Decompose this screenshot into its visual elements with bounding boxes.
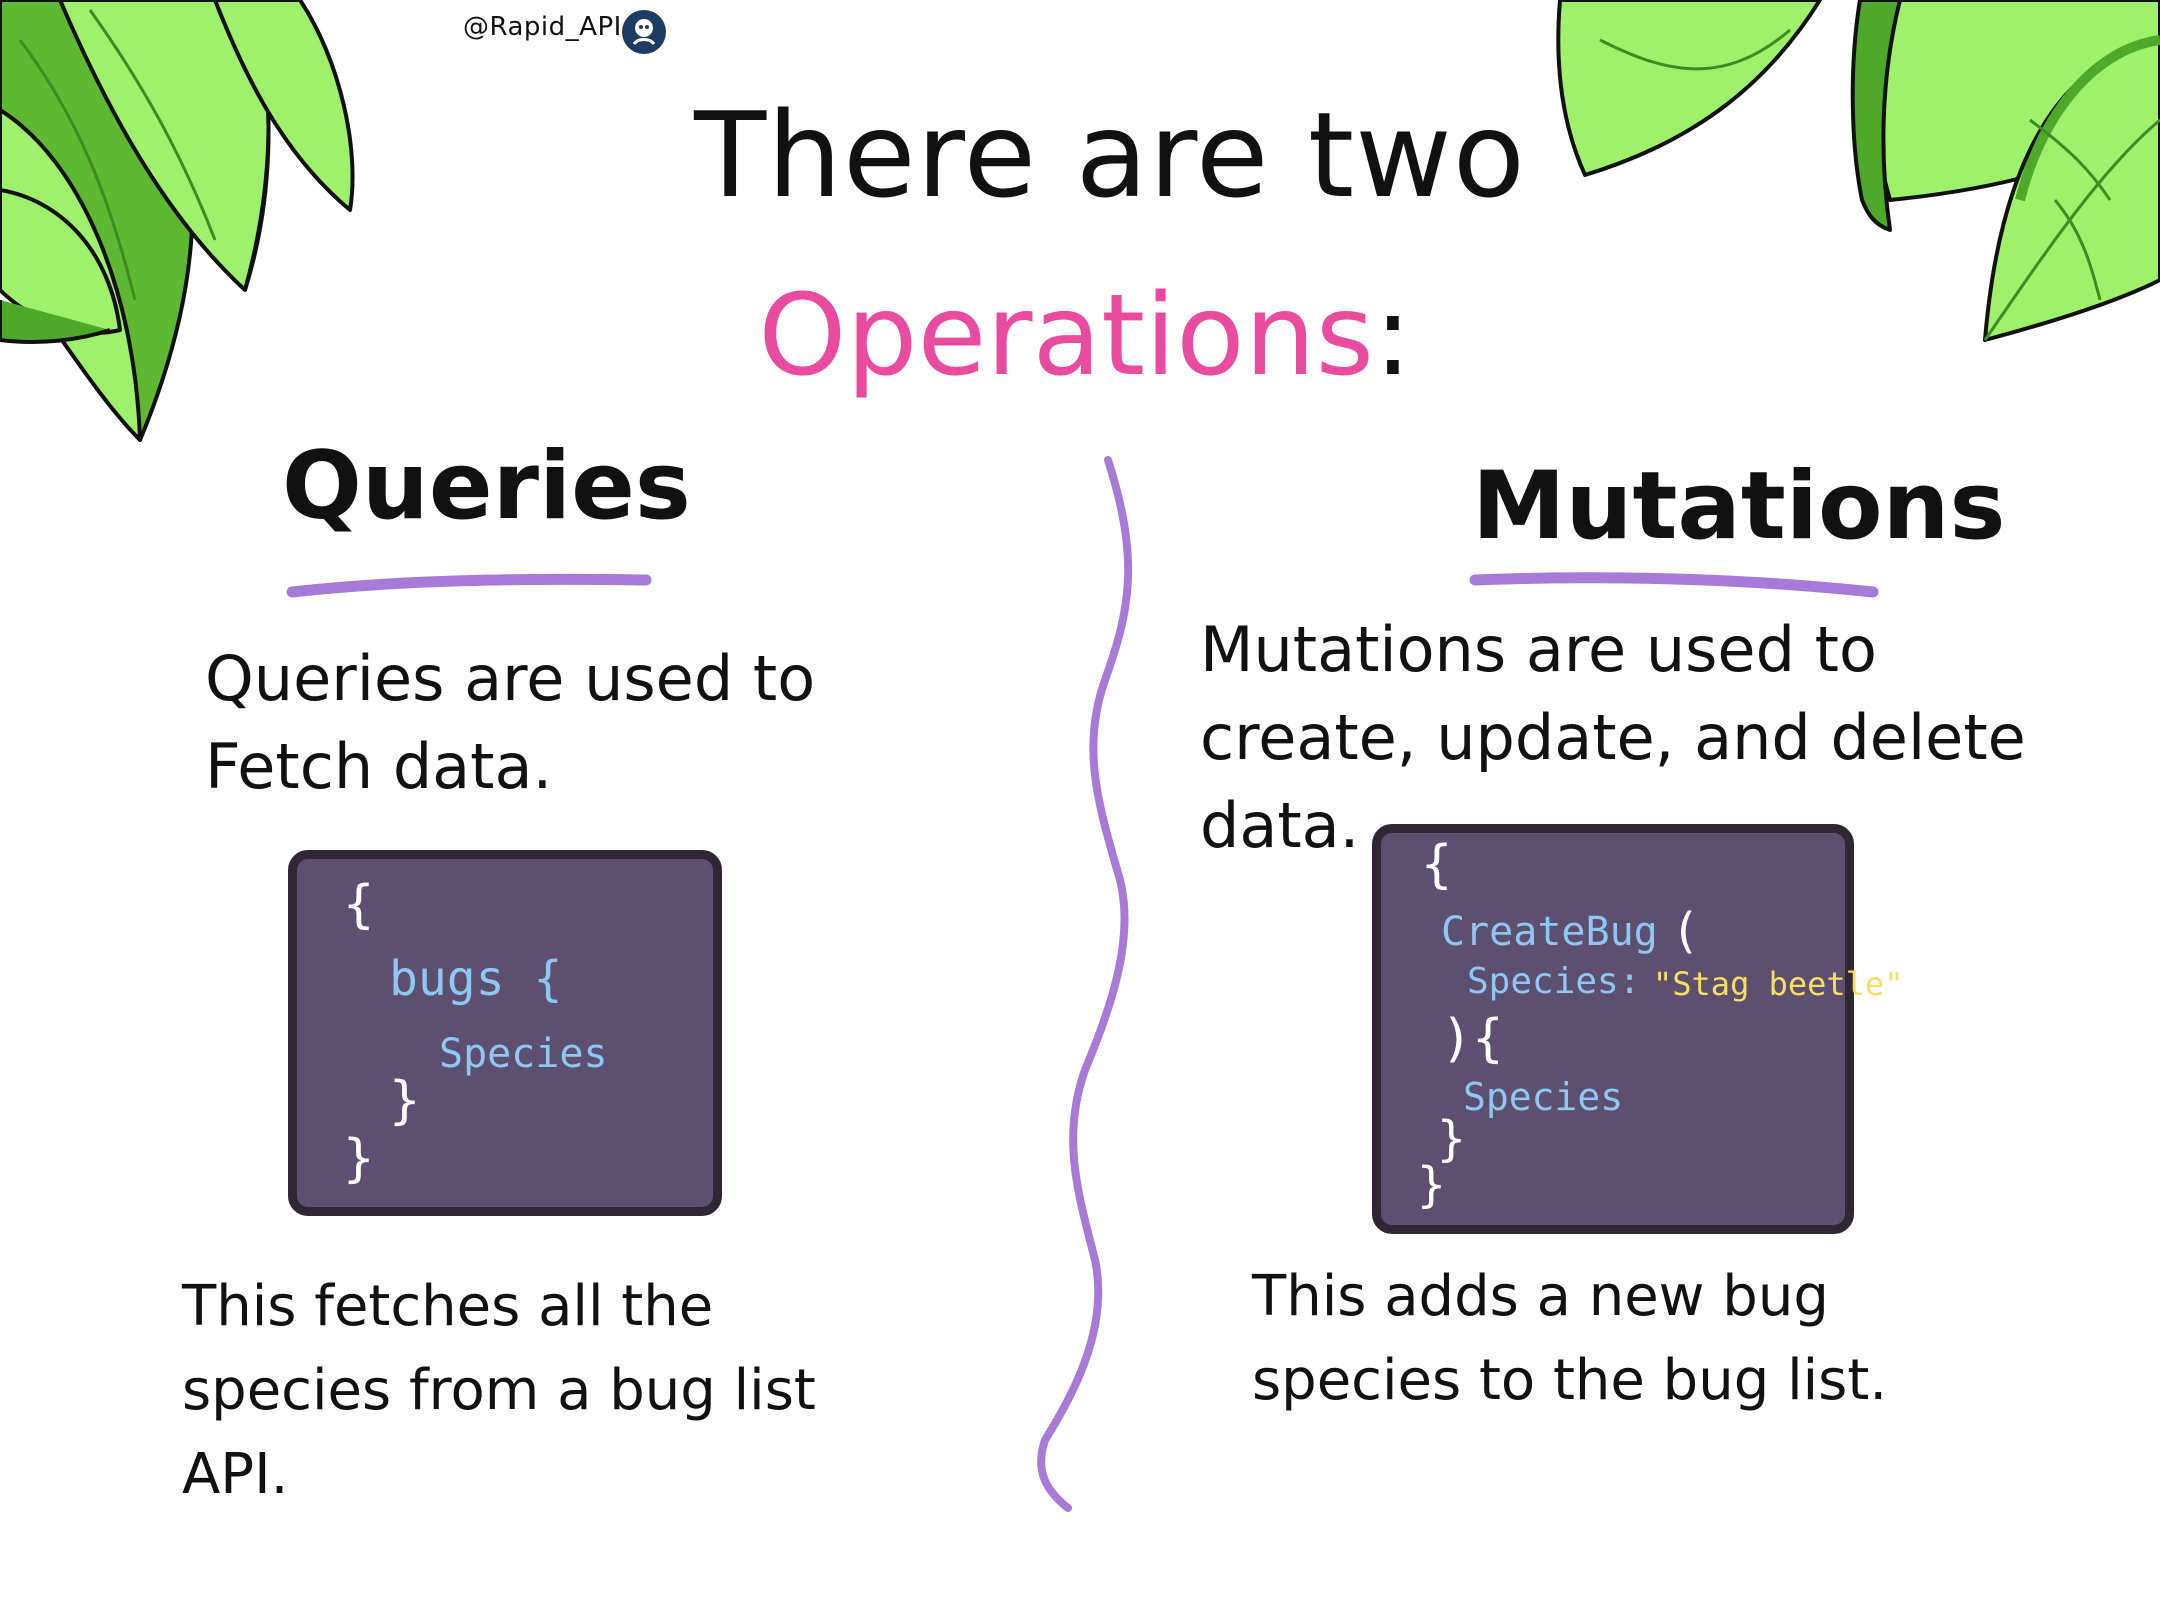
code-field-species: Species xyxy=(1463,1075,1624,1119)
code-brace-close-inner: } xyxy=(389,1071,421,1131)
code-field-bugs: bugs { xyxy=(389,951,563,1007)
code-brace-open: { xyxy=(343,875,375,935)
code-brace-close-outer: } xyxy=(343,1129,375,1189)
queries-footer: This fetches all the species from a bug … xyxy=(182,1274,816,1507)
queries-code-block: { bugs { Species } } xyxy=(288,850,722,1216)
page-title-line-2: Operations: xyxy=(0,280,2160,392)
wavy-divider-icon xyxy=(1037,456,1133,1512)
queries-description: Queries are used to Fetch data. xyxy=(205,642,816,804)
mutations-code-block: { CreateBug ( Species: "Stag beetle" ){ … xyxy=(1372,824,1903,1234)
queries-heading: Queries xyxy=(282,432,691,541)
page-title-line-1: There are two xyxy=(694,86,1526,224)
code-field-species: Species xyxy=(439,1031,608,1077)
code-arg-key: Species: xyxy=(1467,961,1641,1002)
mutations-footer: This adds a new bug species to the bug l… xyxy=(1252,1264,1888,1413)
rapid-api-logo-icon xyxy=(622,10,666,54)
code-brace-open: { xyxy=(1421,835,1453,895)
queries-underline xyxy=(286,573,652,598)
mutations-underline xyxy=(1469,572,1879,598)
code-brace-close-outer: } xyxy=(1417,1157,1446,1213)
code-call-createbug: CreateBug xyxy=(1441,909,1658,955)
code-call-paren: ( xyxy=(1671,903,1700,959)
title-colon: : xyxy=(1374,271,1412,401)
operations-word: Operations xyxy=(758,271,1374,401)
code-arg-value: "Stag beetle" xyxy=(1653,965,1904,1003)
code-close-paren-brace: ){ xyxy=(1441,1009,1504,1069)
mutations-heading: Mutations xyxy=(1472,452,2006,561)
twitter-handle: @Rapid_API xyxy=(463,12,622,42)
